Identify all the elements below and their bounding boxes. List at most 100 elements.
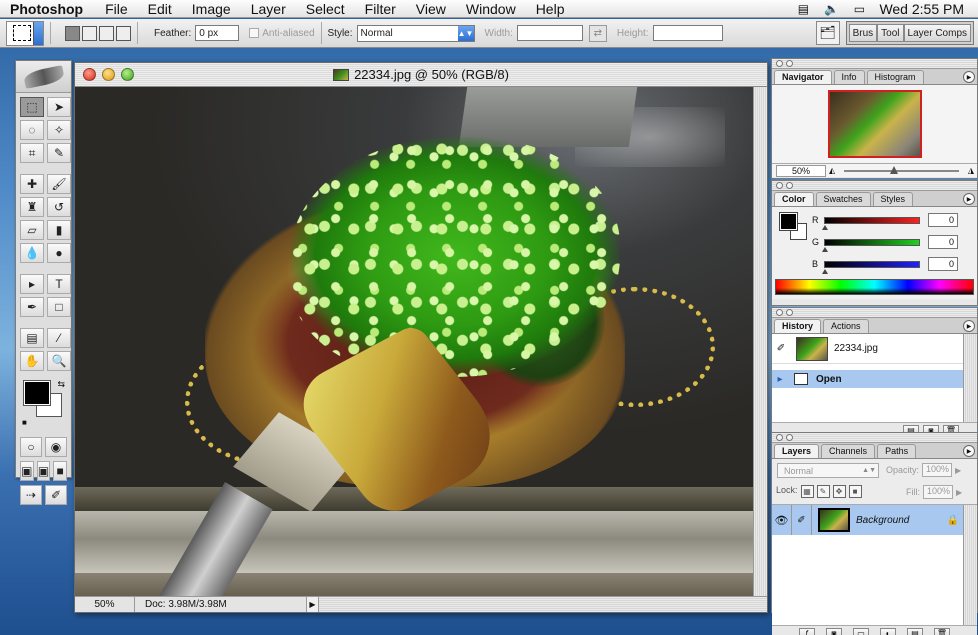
move-tool-icon[interactable]: ➤	[47, 97, 71, 117]
swap-width-height-icon[interactable]: ⇄	[588, 24, 607, 42]
eye-icon[interactable]: 👁	[772, 505, 792, 535]
layer-style-icon[interactable]: ƒ	[799, 627, 815, 635]
zoom-level-field[interactable]: 50%	[75, 597, 135, 612]
layer-name[interactable]: Background	[856, 515, 909, 526]
palette-title-bar[interactable]	[772, 59, 977, 69]
toolbox-header[interactable]	[16, 61, 71, 93]
menu-image[interactable]: Image	[182, 1, 241, 17]
full-screen-mode-icon[interactable]: ■	[53, 461, 68, 481]
style-select[interactable]: Normal ▲▼	[356, 24, 475, 42]
brush-tool-icon[interactable]: 🖌	[47, 174, 71, 194]
close-window-button[interactable]	[83, 68, 96, 81]
menubar-clock[interactable]: Wed 2:55 PM	[879, 1, 964, 17]
red-channel-slider[interactable]	[822, 216, 920, 230]
palette-title-bar[interactable]	[772, 433, 977, 443]
zoom-out-icon[interactable]: ◭	[826, 166, 838, 175]
feather-input[interactable]: 0 px	[195, 25, 240, 41]
layer-row[interactable]: 👁 ✐ Background 🔒	[772, 505, 977, 535]
jump-to-imageready-icon[interactable]: ⇢	[20, 485, 42, 505]
display-icon[interactable]: ▤	[795, 2, 811, 16]
tab-history[interactable]: History	[774, 319, 822, 333]
gradient-tool-icon[interactable]: ▮	[47, 220, 71, 240]
palette-menu-icon[interactable]: ▶	[963, 71, 975, 83]
navigator-zoom-field[interactable]: 50%	[776, 164, 826, 177]
eyedropper-tool-icon[interactable]: ⁄	[47, 328, 71, 348]
document-title-bar[interactable]: 22334.jpg @ 50% (RGB/8)	[75, 63, 767, 87]
history-scrollbar[interactable]	[963, 334, 977, 422]
opacity-slider-arrow-icon[interactable]: ▶	[952, 466, 964, 475]
new-layer-icon[interactable]: ▤	[907, 627, 923, 635]
palette-collapse-button[interactable]	[786, 434, 793, 441]
blur-tool-icon[interactable]: 💧	[20, 243, 44, 263]
tab-navigator[interactable]: Navigator	[774, 70, 832, 84]
tab-info[interactable]: Info	[833, 70, 865, 84]
full-screen-menu-mode-icon[interactable]: ▣	[36, 461, 51, 481]
fill-slider-arrow-icon[interactable]: ▶	[953, 488, 965, 497]
history-brush-tool-icon[interactable]: ↺	[47, 197, 71, 217]
zoom-tool-icon[interactable]: 🔍	[47, 351, 71, 371]
new-selection-button[interactable]	[65, 25, 80, 41]
intersect-selection-button[interactable]	[116, 25, 131, 41]
lock-transparency-icon[interactable]: ▦	[800, 485, 814, 498]
slider-thumb[interactable]	[890, 165, 899, 174]
tab-histogram[interactable]: Histogram	[866, 70, 924, 84]
blend-mode-select[interactable]: Normal ▲▼	[777, 463, 879, 478]
zoom-in-icon[interactable]: ◮	[965, 166, 977, 175]
width-input[interactable]	[516, 25, 583, 41]
palette-menu-icon[interactable]: ▶	[963, 445, 975, 457]
image-canvas[interactable]	[75, 87, 755, 598]
trash-icon[interactable]: 🗑	[934, 627, 950, 635]
adjustment-layer-icon[interactable]: ◐	[880, 627, 896, 635]
tab-swatches[interactable]: Swatches	[815, 192, 871, 206]
app-menu[interactable]: Photoshop	[0, 1, 95, 17]
slice-tool-icon[interactable]: ✎	[47, 143, 71, 163]
palette-collapse-button[interactable]	[786, 309, 793, 316]
foreground-color-swatch[interactable]	[23, 380, 51, 406]
history-state-slider-icon[interactable]: ▸	[772, 374, 788, 385]
palette-menu-icon[interactable]: ▶	[963, 320, 975, 332]
minimize-window-button[interactable]	[102, 68, 115, 81]
standard-mode-icon[interactable]: ○	[20, 437, 42, 457]
blue-channel-slider[interactable]	[822, 260, 920, 274]
tab-paths[interactable]: Paths	[877, 444, 917, 458]
palette-menu-icon[interactable]: ▶	[963, 193, 975, 205]
menu-edit[interactable]: Edit	[138, 1, 182, 17]
green-channel-value[interactable]: 0	[928, 235, 958, 249]
menu-filter[interactable]: Filter	[355, 1, 406, 17]
menu-layer[interactable]: Layer	[241, 1, 296, 17]
opacity-input[interactable]: 100%	[922, 463, 953, 477]
eraser-tool-icon[interactable]: ▱	[20, 220, 44, 240]
magic-wand-tool-icon[interactable]: ✧	[47, 120, 71, 140]
color-spectrum-ramp[interactable]	[775, 279, 974, 295]
palette-collapse-button[interactable]	[786, 60, 793, 67]
healing-brush-tool-icon[interactable]: ✚	[20, 174, 44, 194]
height-input[interactable]	[652, 25, 723, 41]
tab-channels[interactable]: Channels	[821, 444, 876, 458]
history-state[interactable]: ▸ Open	[772, 370, 963, 388]
blue-channel-value[interactable]: 0	[928, 257, 958, 271]
file-browser-icon[interactable]: 🗂	[815, 21, 840, 45]
lock-position-icon[interactable]: ✥	[832, 485, 846, 498]
imageready-edit-icon[interactable]: ✐	[45, 485, 67, 505]
default-colors-icon[interactable]: ■	[22, 418, 27, 427]
menu-view[interactable]: View	[406, 1, 456, 17]
palette-close-button[interactable]	[776, 434, 783, 441]
notes-tool-icon[interactable]: ▤	[20, 328, 44, 348]
tab-styles[interactable]: Styles	[872, 192, 914, 206]
palette-well-tab-layer-comps[interactable]: Layer Comps	[903, 24, 971, 42]
volume-icon[interactable]: 🔈	[823, 2, 839, 16]
anti-aliased-checkbox[interactable]	[249, 28, 260, 38]
color-foreground-swatch[interactable]	[779, 212, 798, 231]
subtract-from-selection-button[interactable]	[99, 25, 114, 41]
status-menu-arrow-icon[interactable]: ▶	[307, 597, 319, 612]
horizontal-scrollbar[interactable]	[319, 597, 767, 612]
tab-color[interactable]: Color	[774, 192, 814, 206]
palette-well-tab-tool-presets[interactable]: Tool	[877, 24, 904, 42]
tab-layers[interactable]: Layers	[774, 444, 820, 458]
battery-icon[interactable]: ▭	[851, 2, 867, 16]
dodge-tool-icon[interactable]: ●	[47, 243, 71, 263]
palette-close-button[interactable]	[776, 60, 783, 67]
red-channel-value[interactable]: 0	[928, 213, 958, 227]
history-brush-source-icon[interactable]: ✐	[772, 343, 790, 354]
crop-tool-icon[interactable]: ⌗	[20, 143, 44, 163]
